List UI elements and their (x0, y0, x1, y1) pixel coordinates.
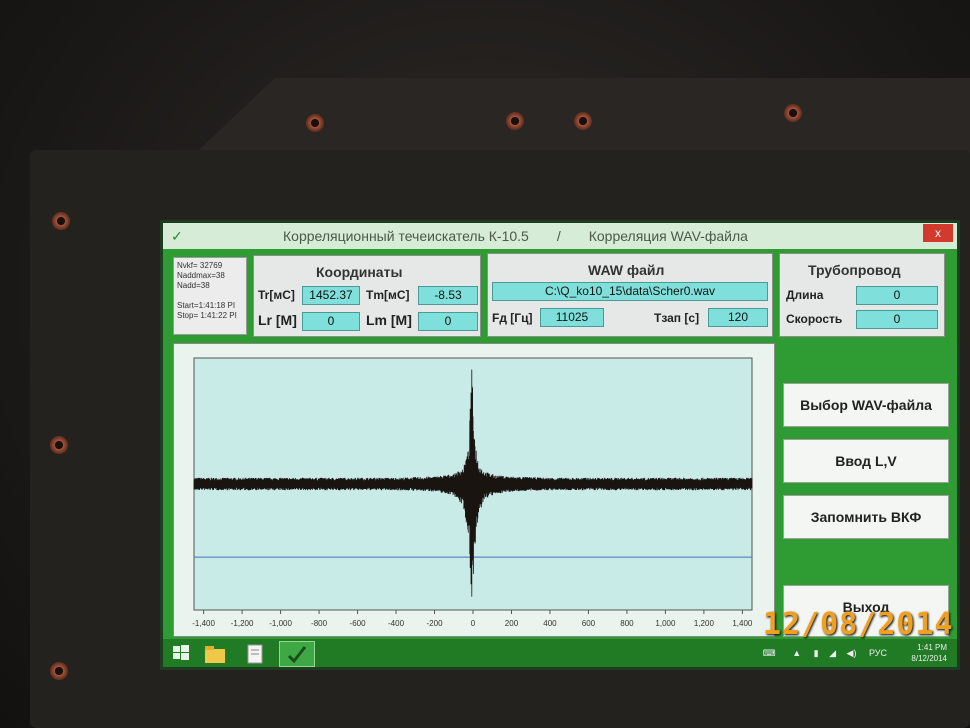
clock-time: 1:41 PM (917, 643, 947, 652)
fd-value: 11025 (540, 308, 604, 327)
tzap-label: Тзап [с] (654, 311, 700, 325)
wav-path-field[interactable]: C:\Q_ko10_15\data\Scher0.wav (492, 282, 768, 301)
correlator-app-icon[interactable] (279, 641, 315, 667)
tm-value: -8.53 (418, 286, 478, 305)
correlation-plot: -1,400 -1,200 -1,000 -800 -600 -400 -200 0 200 40… (173, 343, 775, 637)
title-left: Корреляционный течеискатель К-10.5 (283, 228, 529, 244)
fd-label: Fд [Гц] (492, 311, 533, 325)
tzap-value: 120 (708, 308, 768, 327)
close-button[interactable]: x (923, 224, 953, 242)
window-titlebar: ✓ Корреляционный течеискатель К-10.5/Кор… (163, 223, 957, 249)
app-check-icon: ✓ (171, 228, 183, 244)
correlation-chart: -1,400 -1,200 -1,000 -800 -600 -400 -200 0 200 40… (192, 357, 753, 628)
coordinates-title: Координаты (316, 264, 403, 280)
wav-title: WAW файл (588, 262, 665, 278)
x-tick-label: -800 (311, 619, 328, 628)
main-content: Nvkf= 32769 Naddmax=38 Nadd=38 Start=1:4… (163, 249, 957, 639)
lr-value: 0 (302, 312, 360, 331)
x-tick-label: 400 (543, 619, 557, 628)
title-separator: / (556, 228, 561, 244)
x-tick-label: -400 (388, 619, 405, 628)
screw-icon (50, 436, 68, 454)
screw-icon (52, 212, 70, 230)
screw-icon (784, 104, 802, 122)
volume-icon[interactable]: ◀) (847, 648, 857, 658)
screw-icon (50, 662, 68, 680)
window-title: Корреляционный течеискатель К-10.5 / Корре… (283, 228, 748, 244)
lm-label: Lm [M] (366, 312, 412, 328)
status-info-box: Nvkf= 32769 Naddmax=38 Nadd=38 Start=1:4… (173, 257, 247, 335)
x-tick-label: 1,400 (732, 619, 753, 628)
screw-icon (574, 112, 592, 130)
tr-value: 1452.37 (302, 286, 360, 305)
x-tick-label: 800 (620, 619, 634, 628)
info-start: Start=1:41:18 PI (177, 301, 236, 310)
notepad-icon[interactable] (243, 643, 269, 665)
network-icon[interactable]: ◢ (829, 648, 836, 658)
info-nadd: Nadd=38 (177, 281, 210, 290)
remember-vkf-button[interactable]: Запомнить ВКФ (783, 495, 949, 539)
length-value: 0 (856, 286, 938, 305)
coordinates-panel: Координаты Tr[мС] 1452.37 Tm[мС] -8.53 L… (253, 255, 481, 337)
tm-label: Tm[мС] (366, 288, 410, 302)
screw-icon (306, 114, 324, 132)
taskbar-clock[interactable]: 1:41 PM 8/12/2014 (911, 642, 947, 664)
x-tick-label: 1,200 (694, 619, 715, 628)
pipeline-title: Трубопровод (808, 262, 901, 278)
speed-label: Скорость (786, 312, 843, 326)
keyboard-icon[interactable]: ⌨ (763, 648, 776, 658)
tray-arrow-icon[interactable]: ▲ (792, 648, 801, 658)
x-tick-label: 600 (582, 619, 596, 628)
length-label: Длина (786, 288, 824, 302)
x-tick-label: -1,200 (231, 619, 254, 628)
lm-value: 0 (418, 312, 478, 331)
taskbar: ⌨ ▲ ▮ ◢ ◀) РУС 1:41 PM 8/12/2014 (163, 639, 957, 667)
lr-label: Lr [M] (258, 312, 297, 328)
x-tick-label: 200 (505, 619, 519, 628)
x-tick-label: 0 (471, 619, 476, 628)
speed-value: 0 (856, 310, 938, 329)
tr-label: Tr[мС] (258, 288, 295, 302)
file-explorer-icon[interactable] (203, 643, 229, 665)
pipeline-panel: Трубопровод Длина 0 Скорость 0 (779, 253, 945, 337)
x-tick-label: 1,000 (655, 619, 676, 628)
info-naddmax: Naddmax=38 (177, 271, 225, 280)
clock-date: 8/12/2014 (911, 654, 947, 663)
system-tray: ⌨ ▲ ▮ ◢ ◀) РУС (763, 648, 887, 659)
info-nvkf: Nvkf= 32769 (177, 261, 223, 270)
screw-icon (506, 112, 524, 130)
x-tick-label: -1,000 (269, 619, 292, 628)
x-tick-label: -200 (427, 619, 444, 628)
x-tick-label: -1,400 (192, 619, 215, 628)
battery-icon[interactable]: ▮ (814, 648, 819, 658)
enter-lv-button[interactable]: Ввод L,V (783, 439, 949, 483)
info-stop: Stop= 1:41:22 PI (177, 311, 237, 320)
select-wav-button[interactable]: Выбор WAV-файла (783, 383, 949, 427)
title-right: Корреляция WAV-файла (588, 228, 748, 244)
x-tick-label: -600 (350, 619, 367, 628)
start-icon[interactable] (171, 643, 197, 665)
language-indicator[interactable]: РУС (869, 648, 887, 658)
photo-datestamp: 12/08/2014 (763, 607, 954, 642)
wav-file-panel: WAW файл C:\Q_ko10_15\data\Scher0.wav Fд… (487, 253, 773, 337)
screen: ✓ Корреляционный течеискатель К-10.5/Кор… (160, 220, 960, 670)
